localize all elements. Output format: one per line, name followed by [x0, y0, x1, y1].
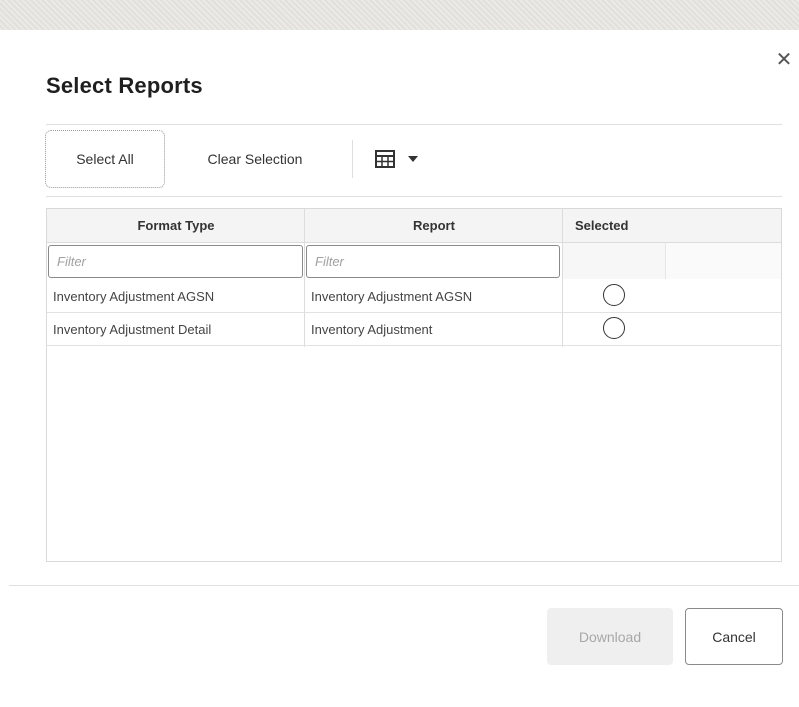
- background-overlay: [0, 0, 799, 30]
- format-type-cell: Inventory Adjustment AGSN: [53, 288, 215, 304]
- view-menu-button[interactable]: [375, 144, 450, 174]
- select-row-radio[interactable]: [603, 284, 625, 306]
- format-type-cell: Inventory Adjustment Detail: [53, 321, 212, 337]
- report-cell: Inventory Adjustment AGSN: [311, 288, 473, 304]
- column-header-report[interactable]: Report: [305, 209, 563, 243]
- table-row[interactable]: Inventory Adjustment AGSN Inventory Adju…: [47, 280, 781, 313]
- column-header-format-type[interactable]: Format Type: [47, 209, 305, 243]
- chevron-down-icon: [408, 156, 418, 162]
- divider: [46, 196, 782, 197]
- close-icon[interactable]: ✕: [774, 50, 794, 70]
- selected-filter-cell: [563, 243, 666, 279]
- filler-cell: [666, 243, 781, 279]
- toolbar-separator: [352, 140, 353, 178]
- clear-selection-button[interactable]: Clear Selection: [180, 130, 330, 188]
- column-header-selected[interactable]: Selected: [563, 209, 781, 243]
- footer-divider: [9, 585, 799, 586]
- divider: [46, 124, 782, 125]
- table-grid-icon: [375, 150, 395, 168]
- dialog-title: Select Reports: [46, 73, 203, 98]
- report-cell: Inventory Adjustment: [311, 321, 433, 337]
- select-all-button[interactable]: Select All: [45, 130, 165, 188]
- reports-table: Format Type Report Selected Inventory Ad…: [46, 208, 782, 562]
- report-filter-input[interactable]: [306, 245, 560, 278]
- format-type-filter-input[interactable]: [48, 245, 303, 278]
- download-button[interactable]: Download: [547, 608, 673, 665]
- table-row[interactable]: Inventory Adjustment Detail Inventory Ad…: [47, 313, 781, 346]
- select-row-radio[interactable]: [603, 317, 625, 339]
- cancel-button[interactable]: Cancel: [685, 608, 783, 665]
